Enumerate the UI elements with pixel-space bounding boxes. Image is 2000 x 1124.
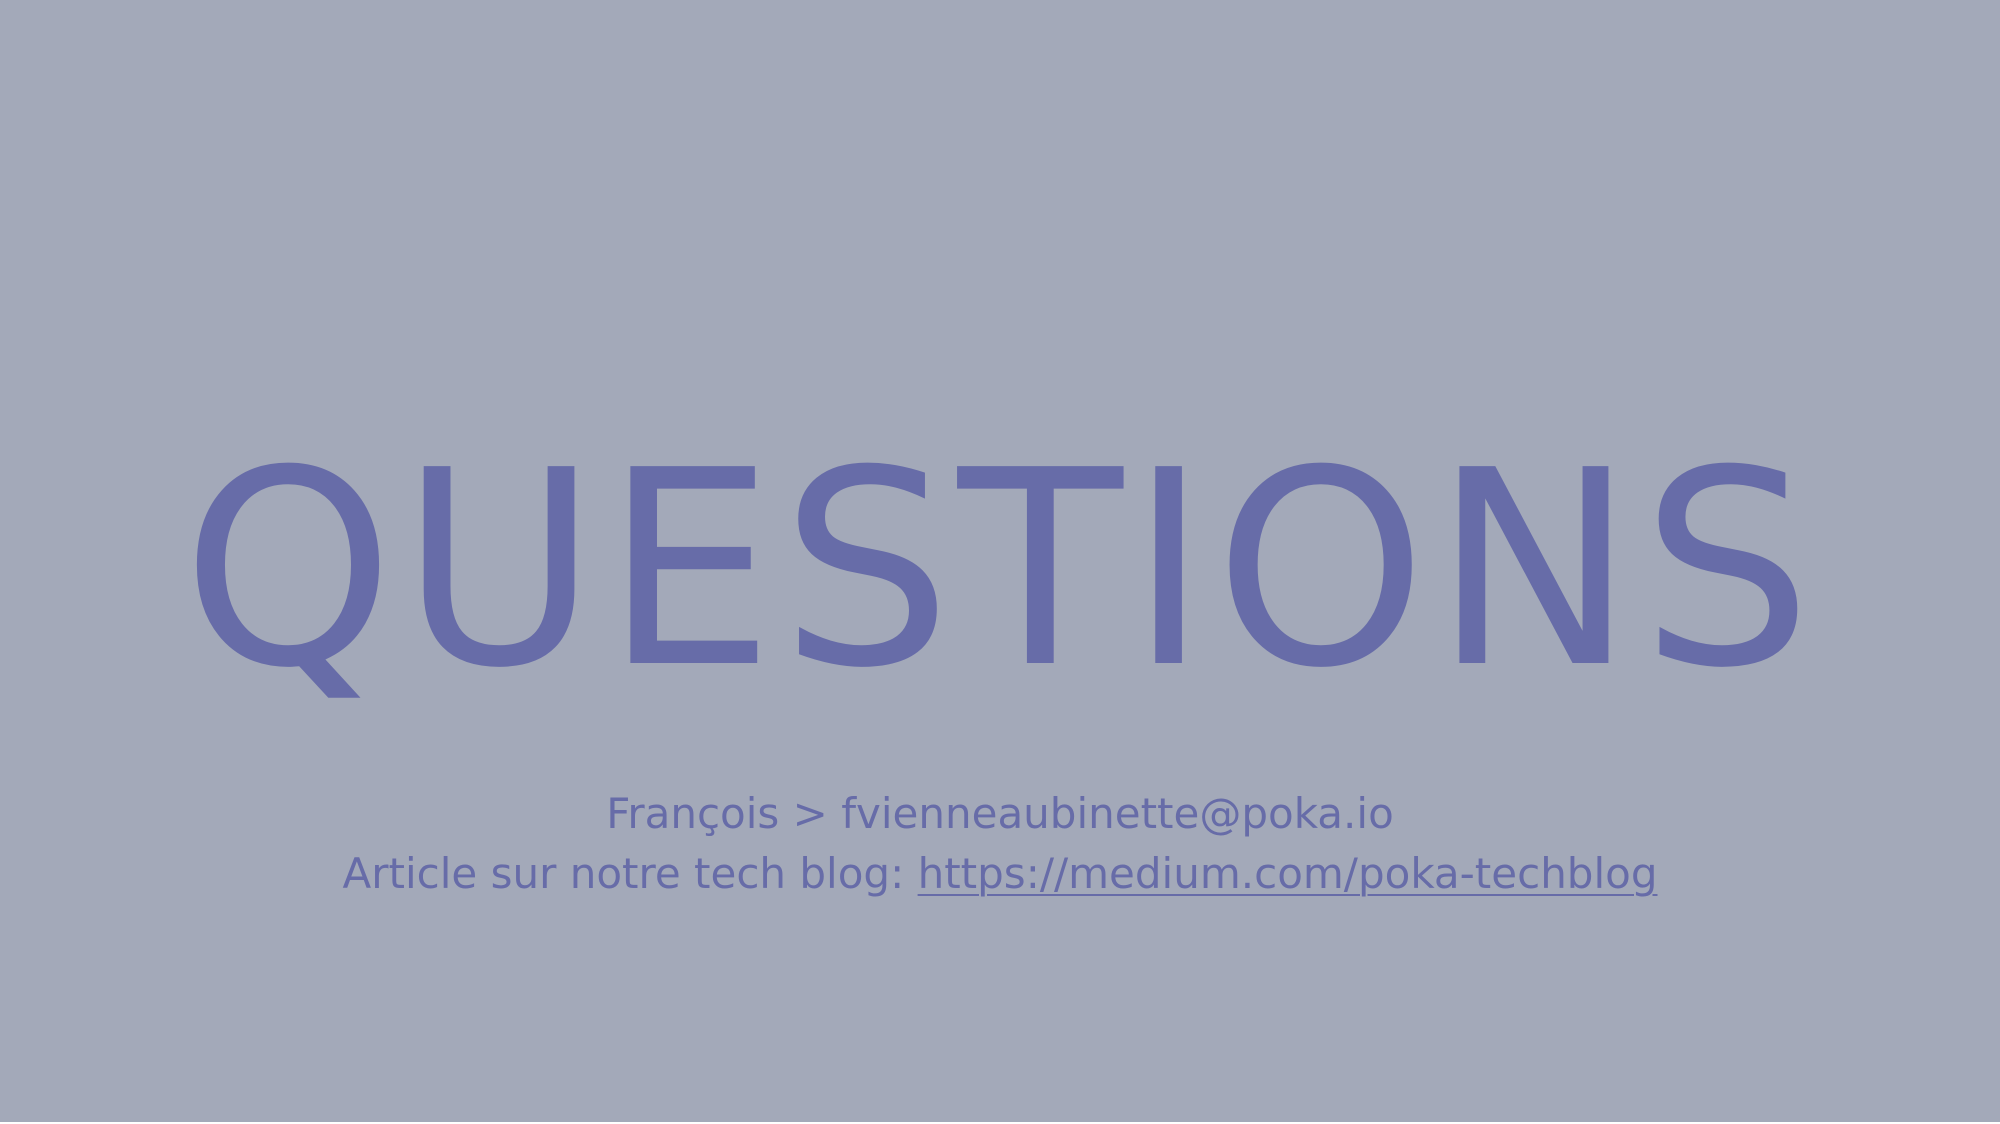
tech-blog-link[interactable]: https://medium.com/poka-techblog xyxy=(918,849,1658,898)
article-prefix: Article sur notre tech blog: xyxy=(342,849,918,898)
slide-title: QUESTIONS xyxy=(181,412,1819,727)
contact-email: fvienneaubinette@poka.io xyxy=(841,789,1394,838)
article-line: Article sur notre tech blog: https://med… xyxy=(0,844,2000,904)
contact-name: François xyxy=(606,789,780,838)
contact-info: François > fvienneaubinette@poka.io Arti… xyxy=(0,784,2000,904)
contact-separator: > xyxy=(779,789,842,838)
slide: QUESTIONS François > fvienneaubinette@po… xyxy=(0,0,2000,1122)
contact-line: François > fvienneaubinette@poka.io xyxy=(0,784,2000,844)
